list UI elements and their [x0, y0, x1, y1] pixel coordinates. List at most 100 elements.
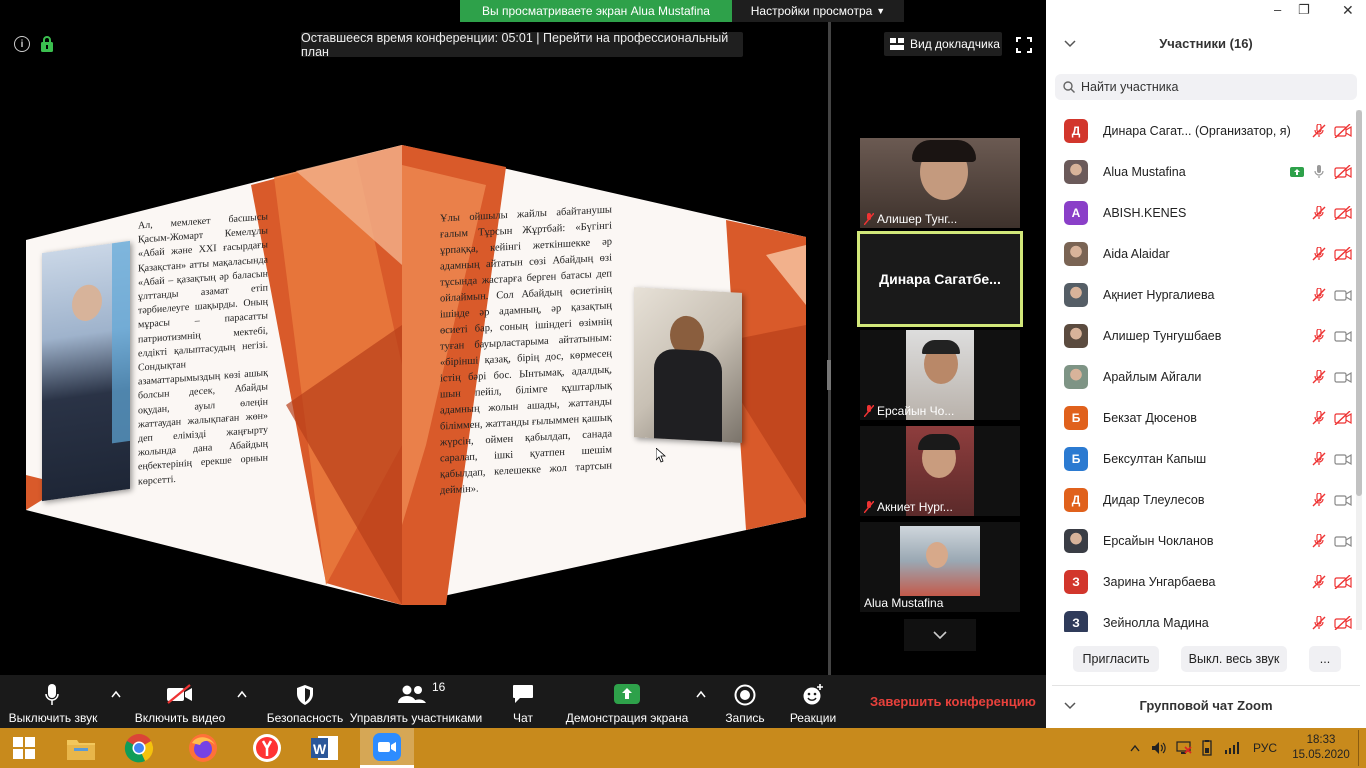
screen-sharing-icon	[1290, 166, 1304, 177]
video-off-icon[interactable]	[1334, 205, 1352, 220]
yandex-browser-icon	[253, 734, 281, 762]
video-icon[interactable]	[1334, 370, 1352, 384]
show-desktop-button[interactable]	[1358, 730, 1359, 766]
mic-muted-icon[interactable]	[1312, 123, 1326, 138]
video-off-icon[interactable]	[1334, 164, 1352, 179]
share-screen-button[interactable]: Демонстрация экрана	[562, 676, 692, 728]
language-indicator[interactable]: РУС	[1253, 741, 1277, 755]
participant-name: Alua Mustafina	[1103, 164, 1186, 179]
taskbar-firefox[interactable]	[176, 728, 230, 768]
avatar-photo	[1064, 528, 1088, 553]
mic-muted-icon[interactable]	[1312, 287, 1326, 302]
firefox-icon	[189, 734, 217, 762]
participant-row[interactable]: Д Динара Сагат... (Организатор, я)	[1062, 110, 1352, 151]
mic-icon[interactable]	[1312, 164, 1326, 179]
mic-muted-icon[interactable]	[1312, 574, 1326, 589]
participant-row[interactable]: Арайлым Айгали	[1062, 356, 1352, 397]
participant-row[interactable]: Aida Alaidar	[1062, 233, 1352, 274]
participant-row[interactable]: Ақниет Нургалиева	[1062, 274, 1352, 315]
mute-all-button[interactable]: Выкл. весь звук	[1181, 646, 1287, 672]
taskbar-clock[interactable]: 18:33 15.05.2020	[1290, 733, 1352, 763]
video-icon[interactable]	[1334, 288, 1352, 302]
video-icon[interactable]	[1334, 493, 1352, 507]
participant-name: Зейнолла Мадина	[1103, 615, 1209, 630]
mute-button[interactable]: Выключить звук	[0, 676, 106, 728]
chevron-up-icon[interactable]	[237, 690, 247, 698]
video-icon[interactable]	[1334, 452, 1352, 466]
participant-row[interactable]: З Зейнолла Мадина	[1062, 602, 1352, 632]
participant-row[interactable]: Б Бексултан Капыш	[1062, 438, 1352, 479]
participant-row[interactable]: Ерсайын Чокланов	[1062, 520, 1352, 561]
chat-label: Чат	[513, 711, 533, 725]
start-button[interactable]	[0, 728, 48, 768]
mic-muted-icon[interactable]	[1312, 492, 1326, 507]
chat-title[interactable]: Групповой чат Zoom	[1046, 698, 1366, 713]
record-button[interactable]: Запись	[720, 676, 770, 728]
battery-icon[interactable]	[1200, 740, 1214, 756]
mic-muted-icon[interactable]	[1312, 205, 1326, 220]
avatar-photo	[1064, 364, 1088, 389]
mic-muted-icon[interactable]	[1312, 246, 1326, 261]
taskbar-zoom[interactable]	[360, 728, 414, 768]
participant-row[interactable]: Д Дидар Тлеулесов	[1062, 479, 1352, 520]
avatar: Б	[1064, 446, 1088, 471]
participant-name: Ақниет Нургалиева	[1103, 287, 1215, 302]
video-off-icon	[167, 684, 192, 704]
clock-time: 18:33	[1306, 734, 1336, 746]
chat-button[interactable]: Чат	[500, 676, 546, 728]
volume-icon[interactable]	[1151, 741, 1167, 755]
taskbar-yandex[interactable]	[240, 728, 294, 768]
mic-muted-icon[interactable]	[1312, 615, 1326, 630]
security-button[interactable]: Безопасность	[262, 676, 348, 728]
taskbar-word[interactable]: W	[298, 728, 352, 768]
invite-button[interactable]: Пригласить	[1073, 646, 1159, 672]
video-label: Включить видео	[134, 711, 226, 725]
mic-muted-icon[interactable]	[1312, 451, 1326, 466]
video-off-icon[interactable]	[1334, 574, 1352, 589]
avatar: Д	[1064, 118, 1088, 143]
word-icon: W	[311, 736, 338, 760]
network-icon[interactable]	[1176, 741, 1192, 755]
participant-row[interactable]: Алишер Тунгушбаев	[1062, 315, 1352, 356]
participant-name: Алишер Тунгушбаев	[1103, 328, 1222, 343]
record-label: Запись	[725, 711, 765, 725]
video-off-icon[interactable]	[1334, 410, 1352, 425]
scrollbar-thumb[interactable]	[1356, 110, 1362, 496]
end-meeting-button[interactable]: Завершить конференцию	[870, 694, 1036, 709]
divider	[1052, 685, 1360, 686]
participant-name: Бексултан Капыш	[1103, 451, 1207, 466]
reactions-button[interactable]: Реакции	[786, 676, 840, 728]
video-off-icon[interactable]	[1334, 123, 1352, 138]
participant-name: Бекзат Дюсенов	[1103, 410, 1197, 425]
mic-muted-icon[interactable]	[1312, 328, 1326, 343]
avatar: З	[1064, 610, 1088, 632]
record-icon	[734, 684, 756, 706]
avatar-photo	[1064, 323, 1088, 348]
signal-icon[interactable]	[1224, 741, 1240, 755]
participant-row[interactable]: Б Бекзат Дюсенов	[1062, 397, 1352, 438]
reactions-icon	[803, 684, 823, 705]
manage-participants-button[interactable]: 16 Управлять участниками	[348, 676, 484, 728]
tray-chevron-up-icon[interactable]	[1130, 744, 1140, 752]
video-button[interactable]: Включить видео	[130, 676, 230, 728]
participant-row[interactable]: З Зарина Унгарбаева	[1062, 561, 1352, 602]
video-icon[interactable]	[1334, 534, 1352, 548]
video-off-icon[interactable]	[1334, 246, 1352, 261]
video-off-icon[interactable]	[1334, 615, 1352, 630]
chevron-up-icon[interactable]	[111, 690, 121, 698]
more-button[interactable]: ...	[1309, 646, 1341, 672]
taskbar-chrome[interactable]	[112, 728, 166, 768]
mic-muted-icon[interactable]	[1312, 533, 1326, 548]
participant-row[interactable]: Alua Mustafina	[1062, 151, 1352, 192]
participant-row[interactable]: A ABISH.KENES	[1062, 192, 1352, 233]
share-label: Демонстрация экрана	[565, 711, 689, 725]
avatar-photo	[1064, 282, 1088, 307]
taskbar-file-explorer[interactable]	[54, 728, 108, 768]
chevron-up-icon[interactable]	[696, 690, 706, 698]
avatar: A	[1064, 200, 1088, 225]
participant-name: Арайлым Айгали	[1103, 369, 1202, 384]
participants-count: 16	[432, 680, 446, 694]
mic-muted-icon[interactable]	[1312, 369, 1326, 384]
mic-muted-icon[interactable]	[1312, 410, 1326, 425]
video-icon[interactable]	[1334, 329, 1352, 343]
